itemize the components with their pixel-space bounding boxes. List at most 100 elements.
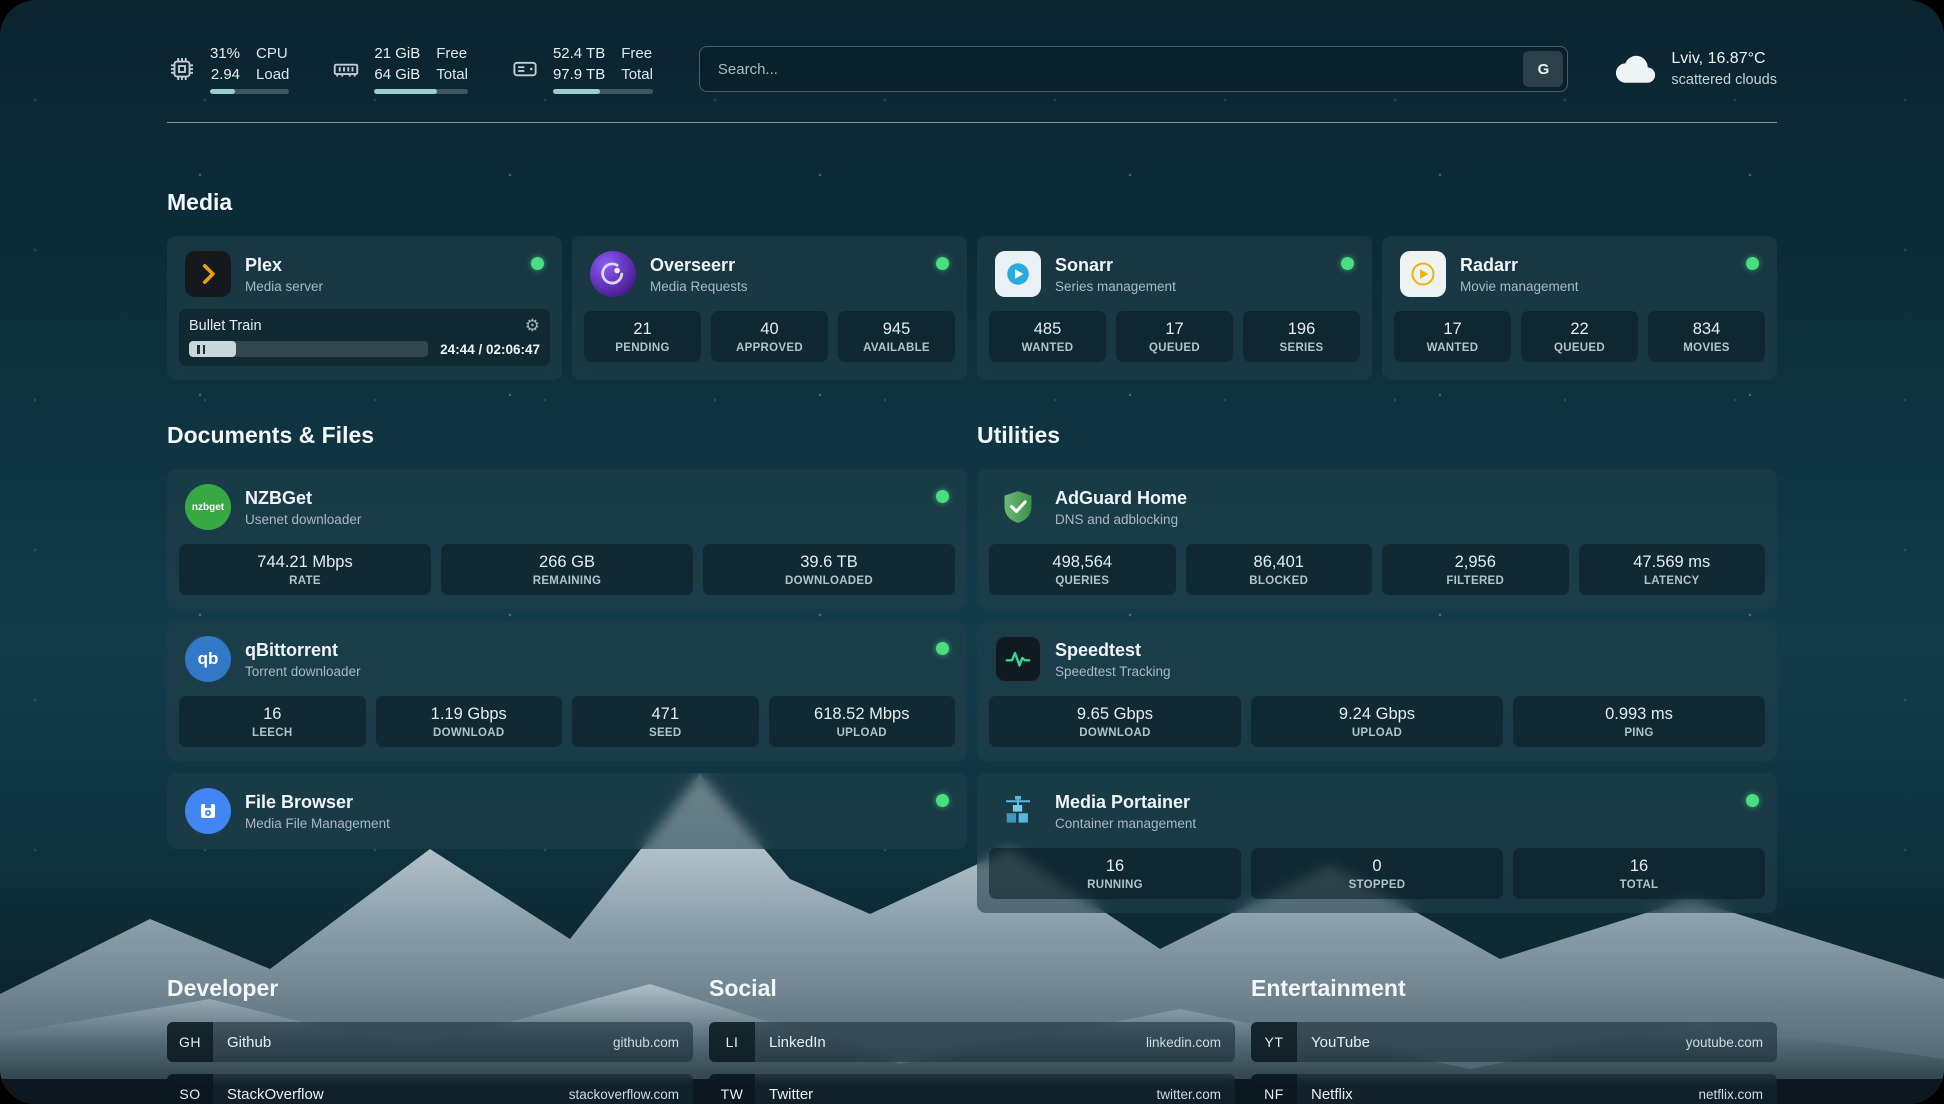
section-title-documents: Documents & Files	[167, 422, 967, 449]
overseerr-stat-available: 945 AVAILABLE	[838, 311, 955, 362]
stat-label: WANTED	[1398, 342, 1507, 354]
pause-icon[interactable]	[197, 345, 205, 354]
plex-now-playing: Bullet Train ⚙ 24:44 / 02:06:47	[179, 309, 550, 366]
adguard-icon	[995, 484, 1041, 530]
filebrowser-status-dot	[936, 794, 949, 807]
stat-label: FILTERED	[1386, 575, 1565, 587]
nzbget-name: NZBGet	[245, 488, 361, 509]
bookmark-name: YouTube	[1311, 1034, 1370, 1051]
memory-progressbar	[374, 89, 468, 94]
cpu-percent: 31%	[210, 44, 240, 64]
overseerr-status-dot	[936, 257, 949, 270]
weather-condition: scattered clouds	[1671, 70, 1777, 90]
section-media: Media Plex Media server	[167, 189, 1777, 380]
sonarr-name: Sonarr	[1055, 255, 1176, 276]
bookmark-group-developer: Developer GH Github github.com SO StackO…	[167, 975, 693, 1104]
portainer-icon	[995, 788, 1041, 834]
stat-value: 2,956	[1386, 553, 1565, 572]
card-filebrowser[interactable]: File Browser Media File Management	[167, 773, 967, 849]
bookmark-name: Netflix	[1311, 1086, 1353, 1103]
disk-widget: 52.4 TB Free 97.9 TB Total	[510, 44, 653, 94]
stat-value: 618.52 Mbps	[773, 705, 952, 724]
stat-value: 86,401	[1190, 553, 1369, 572]
card-qbittorrent[interactable]: qb qBittorrent Torrent downloader 16 LEE…	[167, 621, 967, 761]
qbittorrent-stat-download: 1.19 Gbps DOWNLOAD	[376, 696, 563, 747]
overseerr-name: Overseerr	[650, 255, 748, 276]
overseerr-stat-pending: 21 PENDING	[584, 311, 701, 362]
sonarr-status-dot	[1341, 257, 1354, 270]
bookmark-group-social: Social LI LinkedIn linkedin.com TW Twitt…	[709, 975, 1235, 1104]
qbittorrent-status-dot	[936, 642, 949, 655]
stat-value: 0	[1255, 857, 1499, 876]
stat-value: 9.65 Gbps	[993, 705, 1237, 724]
bookmark-netflix[interactable]: NF Netflix netflix.com	[1251, 1074, 1777, 1104]
portainer-stat-running: 16 RUNNING	[989, 848, 1241, 899]
memory-widget: 21 GiB Free 64 GiB Total	[331, 44, 468, 94]
disk-readout: 52.4 TB Free 97.9 TB Total	[553, 44, 653, 94]
bookmark-abbr: NF	[1251, 1074, 1297, 1104]
stat-label: UPLOAD	[1255, 727, 1499, 739]
memory-readout: 21 GiB Free 64 GiB Total	[374, 44, 468, 94]
adguard-name: AdGuard Home	[1055, 488, 1187, 509]
speedtest-name: Speedtest	[1055, 640, 1171, 661]
sonarr-stat-series: 196 SERIES	[1243, 311, 1360, 362]
radarr-subtitle: Movie management	[1460, 279, 1579, 294]
card-sonarr[interactable]: Sonarr Series management 485 WANTED 17 Q…	[977, 236, 1372, 380]
bookmark-youtube[interactable]: YT YouTube youtube.com	[1251, 1022, 1777, 1062]
bookmark-stackoverflow[interactable]: SO StackOverflow stackoverflow.com	[167, 1074, 693, 1104]
search-provider-button[interactable]: G	[1523, 51, 1563, 87]
stat-label: QUEUED	[1525, 342, 1634, 354]
search-input[interactable]	[704, 61, 1524, 78]
adguard-stat-latency: 47.569 ms LATENCY	[1579, 544, 1766, 595]
cpu-progressbar	[210, 89, 289, 94]
stat-value: 17	[1398, 320, 1507, 339]
stat-label: RUNNING	[993, 879, 1237, 891]
cpu-widget: 31% CPU 2.94 Load	[167, 44, 289, 94]
bookmark-twitter[interactable]: TW Twitter twitter.com	[709, 1074, 1235, 1104]
qbittorrent-stat-upload: 618.52 Mbps UPLOAD	[769, 696, 956, 747]
stat-label: QUEUED	[1120, 342, 1229, 354]
stat-label: MOVIES	[1652, 342, 1761, 354]
qbittorrent-name: qBittorrent	[245, 640, 361, 661]
bookmark-github[interactable]: GH Github github.com	[167, 1022, 693, 1062]
stat-value: 47.569 ms	[1583, 553, 1762, 572]
card-portainer[interactable]: Media Portainer Container management 16 …	[977, 773, 1777, 913]
stat-label: LEECH	[183, 727, 362, 739]
plex-settings-gear-icon[interactable]: ⚙	[525, 317, 540, 334]
stat-value: 744.21 Mbps	[183, 553, 427, 572]
stat-value: 0.993 ms	[1517, 705, 1761, 724]
card-radarr[interactable]: Radarr Movie management 17 WANTED 22 QUE…	[1382, 236, 1777, 380]
radarr-stat-queued: 22 QUEUED	[1521, 311, 1638, 362]
card-adguard[interactable]: AdGuard Home DNS and adblocking 498,564 …	[977, 469, 1777, 609]
plex-status-dot	[531, 257, 544, 270]
card-overseerr[interactable]: Overseerr Media Requests 21 PENDING 40 A…	[572, 236, 967, 380]
stat-value: 1.19 Gbps	[380, 705, 559, 724]
card-speedtest[interactable]: Speedtest Speedtest Tracking 9.65 Gbps D…	[977, 621, 1777, 761]
section-title-developer: Developer	[167, 975, 693, 1002]
bookmark-group-entertainment: Entertainment YT YouTube youtube.com NF …	[1251, 975, 1777, 1104]
stat-value: 196	[1247, 320, 1356, 339]
speedtest-stat-upload: 9.24 Gbps UPLOAD	[1251, 696, 1503, 747]
card-plex[interactable]: Plex Media server Bullet Train ⚙	[167, 236, 562, 380]
stat-label: SEED	[576, 727, 755, 739]
radarr-name: Radarr	[1460, 255, 1579, 276]
plex-icon	[185, 251, 231, 297]
section-title-media: Media	[167, 189, 1777, 216]
card-nzbget[interactable]: nzbget NZBGet Usenet downloader 744.21 M…	[167, 469, 967, 609]
radarr-stat-wanted: 17 WANTED	[1394, 311, 1511, 362]
stat-label: WANTED	[993, 342, 1102, 354]
qbittorrent-stat-seed: 471 SEED	[572, 696, 759, 747]
bookmark-linkedin[interactable]: LI LinkedIn linkedin.com	[709, 1022, 1235, 1062]
disk-progressbar	[553, 89, 653, 94]
plex-progress-track[interactable]	[189, 341, 428, 357]
filebrowser-name: File Browser	[245, 792, 390, 813]
portainer-subtitle: Container management	[1055, 816, 1196, 831]
sonarr-stat-queued: 17 QUEUED	[1116, 311, 1233, 362]
disk-total-label: Total	[621, 65, 653, 85]
speedtest-stat-download: 9.65 Gbps DOWNLOAD	[989, 696, 1241, 747]
adguard-subtitle: DNS and adblocking	[1055, 512, 1187, 527]
adguard-stat-blocked: 86,401 BLOCKED	[1186, 544, 1373, 595]
memory-total-label: Total	[436, 65, 468, 85]
stat-value: 485	[993, 320, 1102, 339]
overseerr-icon	[590, 251, 636, 297]
